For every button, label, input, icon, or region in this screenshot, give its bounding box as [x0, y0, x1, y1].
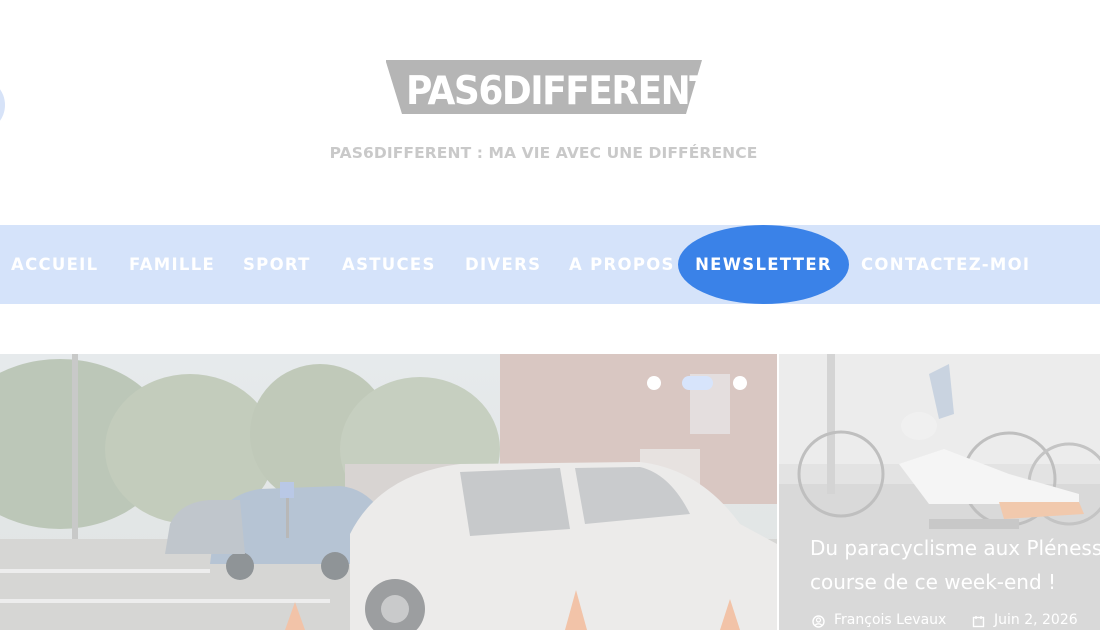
- nav-item-divers[interactable]: DIVERS: [465, 225, 541, 304]
- nav-item-contactez-moi[interactable]: CONTACTEZ-MOI: [861, 225, 1030, 304]
- post-date-text: Juin 2, 2026: [994, 612, 1078, 628]
- nav-item-accueil[interactable]: ACCUEIL: [11, 225, 98, 304]
- slider-image: [0, 354, 777, 630]
- slider-dot-1[interactable]: [647, 376, 661, 390]
- slider-pagination: [646, 375, 756, 391]
- slider-dot-3[interactable]: [733, 376, 747, 390]
- nav-item-astuces[interactable]: ASTUCES: [342, 225, 436, 304]
- user-circle-icon: [812, 615, 825, 628]
- slider-dot-2[interactable]: [682, 376, 713, 390]
- nav-item-famille[interactable]: FAMILLE: [129, 225, 215, 304]
- nav-item-newsletter[interactable]: NEWSLETTER: [678, 225, 849, 304]
- featured-slider[interactable]: [0, 354, 777, 630]
- featured-post-title-line-2: course de ce week-end !: [810, 570, 1057, 594]
- logo-graphic: PAS6DIFFERENT: [386, 60, 702, 114]
- site-tagline: PAS6DIFFERENT : MA VIE AVEC UNE DIFFÉREN…: [329, 144, 758, 162]
- svg-text:PAS6DIFFERENT: PAS6DIFFERENT: [406, 67, 702, 113]
- featured-post-title-line-1: Du paracyclisme aux Plénesses: [810, 536, 1100, 560]
- calendar-icon: [972, 616, 985, 628]
- featured-post-title[interactable]: Du paracyclisme aux Plénesses course de …: [810, 531, 1100, 599]
- nav-item-a-propos[interactable]: A PROPOS: [569, 225, 675, 304]
- nav-item-sport[interactable]: SPORT: [243, 225, 311, 304]
- site-logo[interactable]: PAS6DIFFERENT: [386, 60, 702, 114]
- post-author-name: François Levaux: [834, 612, 947, 628]
- main-navigation: ACCUEIL FAMILLE SPORT ASTUCES DIVERS A P…: [0, 225, 1100, 304]
- site-header: PAS6DIFFERENT PAS6DIFFERENT : MA VIE AVE…: [0, 0, 1100, 225]
